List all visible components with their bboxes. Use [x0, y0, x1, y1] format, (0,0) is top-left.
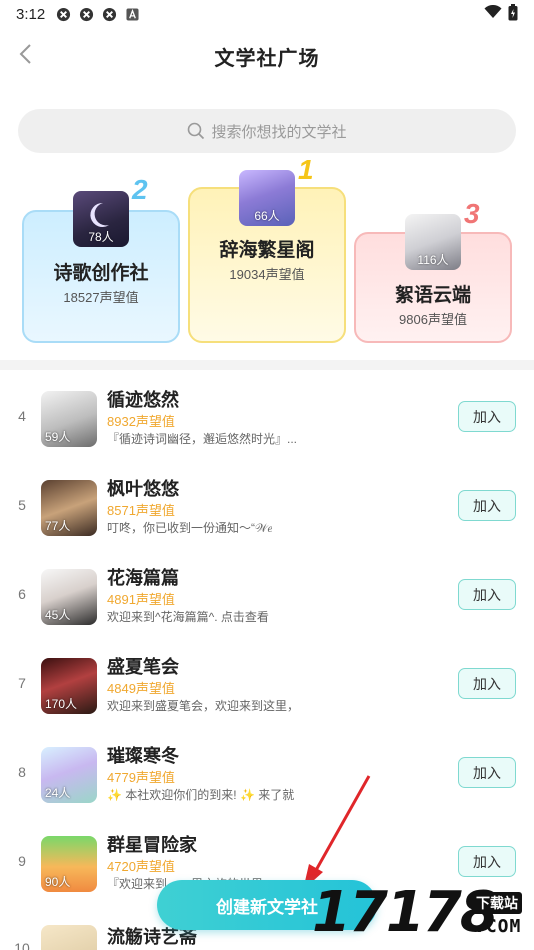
club-avatar: 24人 — [41, 747, 97, 803]
member-count: 24人 — [45, 786, 71, 800]
app-notification-icon — [55, 6, 71, 22]
club-avatar[interactable]: 78人 — [73, 191, 129, 247]
club-avatar: 170人 — [41, 658, 97, 714]
list-item[interactable]: 4 59人 循迹悠然 8932声望值 『循迹诗词幽径，邂逅悠然时光』... 加入 — [0, 372, 534, 461]
search-input[interactable]: 搜索你想找的文学社 — [18, 109, 516, 153]
back-button[interactable] — [10, 40, 42, 72]
rank-number: 8 — [18, 764, 26, 780]
list-item[interactable]: 8 24人 璀璨寒冬 4779声望值 ✨ 本社欢迎你们的到来! ✨ 来了就 加入 — [0, 728, 534, 817]
club-avatar[interactable]: 116人 — [405, 214, 461, 270]
list-item[interactable]: 5 77人 枫叶悠悠 8571声望值 叮咚，你已收到一份通知～“𝒲𝑒 加入 — [0, 461, 534, 550]
join-button[interactable]: 加入 — [458, 579, 516, 610]
club-name: 辞海繁星阁 — [219, 240, 315, 261]
club-reputation: 8932声望值 — [107, 414, 175, 429]
join-button[interactable]: 加入 — [458, 757, 516, 788]
club-description: 『循迹诗词幽径，邂逅悠然时光』... — [107, 432, 298, 446]
member-count: 78人 — [88, 230, 114, 244]
status-time: 3:12 — [16, 5, 46, 23]
club-reputation: 4720声望值 — [107, 859, 175, 874]
club-name: 循迹悠然 — [107, 390, 179, 410]
watermark-digits: 17178 — [312, 880, 499, 945]
member-count: 66人 — [254, 209, 280, 223]
join-button[interactable]: 加入 — [458, 668, 516, 699]
club-name: 璀璨寒冬 — [107, 746, 179, 766]
search-placeholder: 搜索你想找的文学社 — [211, 123, 347, 141]
section-divider — [0, 360, 534, 370]
join-button[interactable]: 加入 — [458, 401, 516, 432]
rank-badge: 2 — [132, 174, 148, 205]
club-reputation: 4891声望值 — [107, 592, 175, 607]
watermark-logo: 17178 下载站 .COM — [312, 880, 534, 950]
club-reputation: 4849声望值 — [107, 681, 175, 696]
club-reputation: 8571声望值 — [107, 503, 175, 518]
club-name: 盛夏笔会 — [107, 657, 179, 677]
club-avatar[interactable]: 66人 — [239, 170, 295, 226]
battery-icon — [508, 3, 518, 25]
club-name: 诗歌创作社 — [53, 263, 149, 284]
rank-number: 4 — [18, 408, 26, 424]
rank-badge: 1 — [298, 154, 314, 185]
rank-number: 7 — [18, 675, 26, 691]
club-name: 絮语云端 — [394, 285, 471, 306]
join-button[interactable]: 加入 — [458, 846, 516, 877]
rank-number: 9 — [18, 853, 26, 869]
club-description: 叮咚，你已收到一份通知～“𝒲𝑒 — [107, 521, 273, 535]
club-name: 群星冒险家 — [107, 835, 197, 855]
club-avatar: 77人 — [41, 480, 97, 536]
club-avatar — [41, 925, 97, 950]
member-count: 90人 — [45, 875, 71, 889]
watermark-domain: .COM — [474, 916, 522, 937]
app-notification-icon — [78, 6, 94, 22]
club-reputation: 18527声望值 — [63, 290, 139, 305]
header: 文学社广场 — [0, 28, 534, 84]
club-description: 欢迎来到^花海篇篇^. 点击查看 — [107, 610, 269, 624]
member-count: 116人 — [417, 253, 449, 267]
watermark-tag: 下载站 — [472, 892, 522, 914]
join-button[interactable]: 加入 — [458, 490, 516, 521]
club-description: ✨ 本社欢迎你们的到来! ✨ 来了就 — [107, 788, 295, 802]
rank-number: 10 — [14, 940, 30, 950]
a-notification-icon — [124, 6, 140, 22]
wifi-icon — [484, 4, 502, 23]
app-notification-icon — [101, 6, 117, 22]
member-count: 59人 — [45, 430, 71, 444]
club-reputation: 4779声望值 — [107, 770, 175, 785]
club-avatar: 59人 — [41, 391, 97, 447]
club-name: 花海篇篇 — [107, 568, 179, 588]
chevron-left-icon — [18, 43, 34, 70]
rank-number: 5 — [18, 497, 26, 513]
rank-badge: 3 — [464, 198, 480, 229]
club-avatar: 90人 — [41, 836, 97, 892]
member-count: 45人 — [45, 608, 71, 622]
club-name: 枫叶悠悠 — [107, 479, 179, 499]
member-count: 170人 — [45, 697, 78, 711]
club-reputation: 19034声望值 — [229, 267, 305, 282]
list-item[interactable]: 6 45人 花海篇篇 4891声望值 欢迎来到^花海篇篇^. 点击查看 加入 — [0, 550, 534, 639]
member-count: 77人 — [45, 519, 71, 533]
club-avatar: 45人 — [41, 569, 97, 625]
rank-number: 6 — [18, 586, 26, 602]
status-bar: 3:12 — [0, 0, 534, 28]
club-reputation: 9806声望值 — [399, 312, 467, 327]
club-description: 欢迎来到盛夏笔会，欢迎来到这里， — [107, 699, 300, 713]
list-item[interactable]: 7 170人 盛夏笔会 4849声望值 欢迎来到盛夏笔会，欢迎来到这里， 加入 — [0, 639, 534, 728]
page-title: 文学社广场 — [214, 47, 320, 70]
search-icon — [187, 122, 205, 140]
